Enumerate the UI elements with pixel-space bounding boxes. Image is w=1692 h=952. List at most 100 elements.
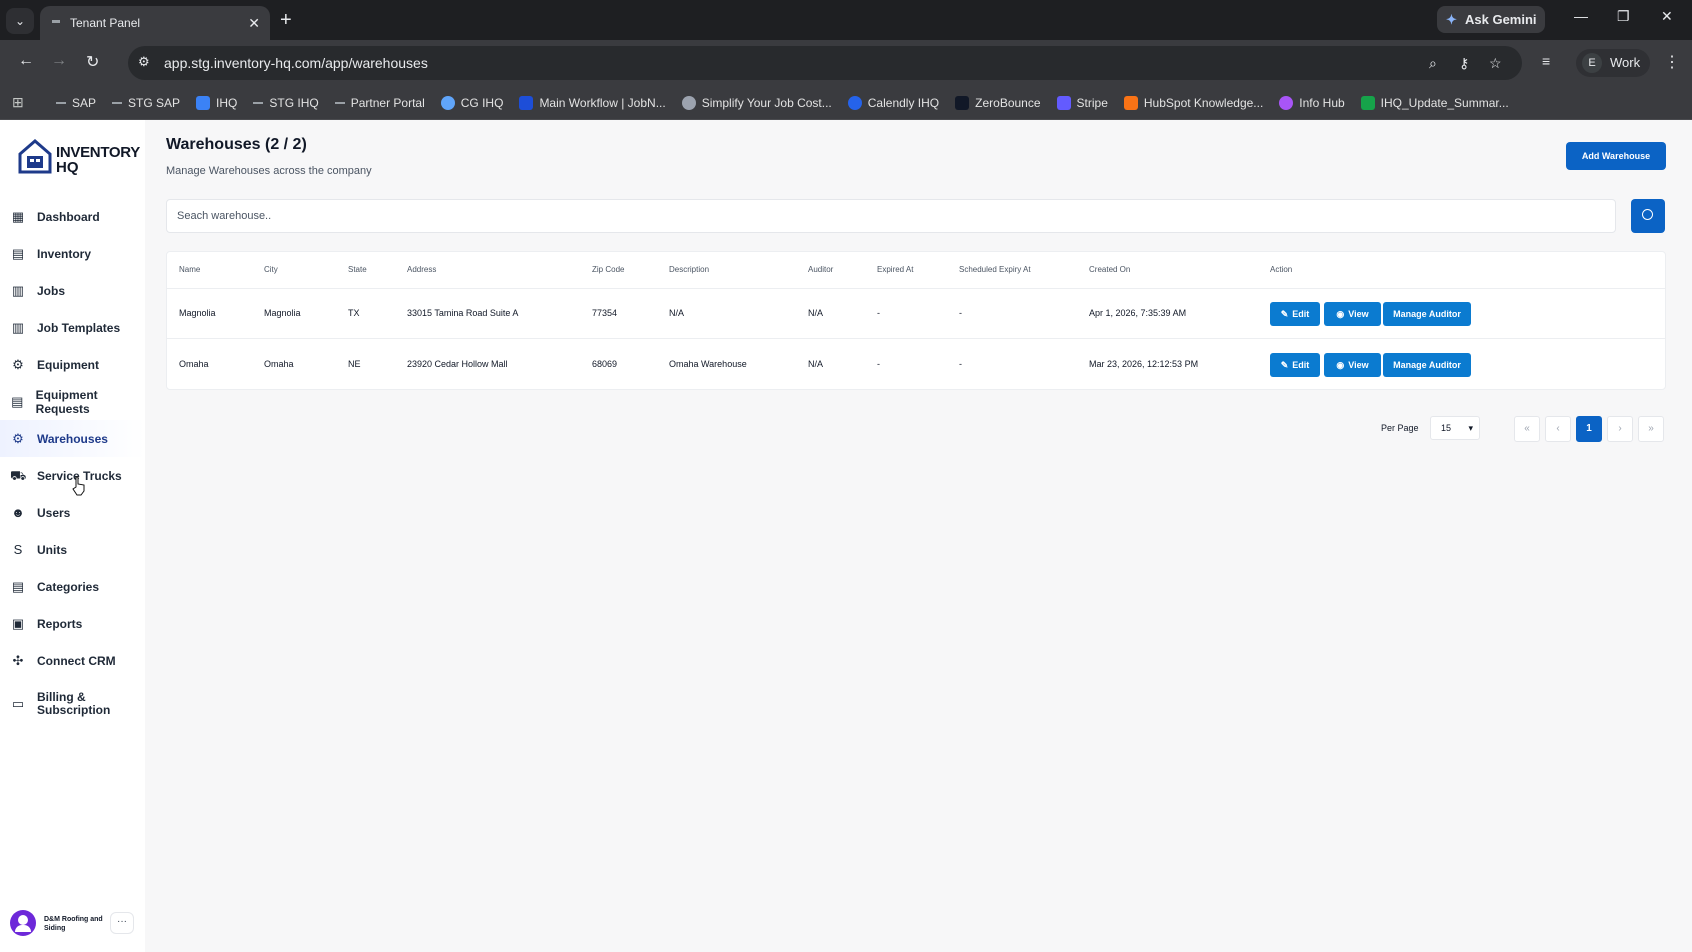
org-avatar [10, 910, 36, 936]
view-button[interactable]: ◉ View [1324, 353, 1381, 377]
column-header: Expired At [877, 265, 914, 274]
bookmark-item[interactable]: Main Workflow | JobN... [519, 96, 666, 110]
boxes-icon: ▤ [11, 245, 25, 261]
sidebar-item-categories[interactable]: ▤ Categories [0, 568, 145, 605]
organization-switcher[interactable]: D&M Roofing and Siding ··· [8, 906, 136, 940]
sidebar-item-jobs[interactable]: ▥ Jobs [0, 272, 145, 309]
sidebar-item-label: Units [37, 542, 67, 557]
last-page-button[interactable]: » [1638, 416, 1664, 442]
ask-gemini-button[interactable]: ✦ Ask Gemini [1437, 6, 1545, 33]
sidebar-item-billing-subscription[interactable]: ▭ Billing & Subscription [0, 679, 145, 729]
manage-auditor-button[interactable]: Manage Auditor [1383, 302, 1471, 326]
bookmark-star-icon[interactable]: ☆ [1489, 55, 1502, 72]
edit-button[interactable]: ✎ Edit [1270, 353, 1320, 377]
bookmark-item[interactable]: Simplify Your Job Cost... [681, 96, 832, 110]
bookmarks-bar: ⊞ SAP STG SAP IHQ STG IHQ Partner Portal CG I… [0, 86, 1692, 120]
bookmark-label: Calendly IHQ [867, 96, 940, 110]
cell-state: TX [348, 308, 360, 318]
bookmark-item[interactable]: ZeroBounce [955, 96, 1041, 110]
grid-icon: ▦ [11, 208, 25, 224]
apps-grid-icon[interactable]: ⊞ [12, 94, 24, 111]
logo-text-line2: HQ [56, 159, 79, 176]
prev-page-button[interactable]: ‹ [1545, 416, 1571, 442]
main-content: Warehouses (2 / 2) Manage Warehouses acr… [145, 120, 1692, 952]
per-page-select[interactable]: 15 ▾ [1430, 416, 1480, 440]
edit-button[interactable]: ✎ Edit [1270, 302, 1320, 326]
sidebar-nav: ▦ Dashboard ▤ Inventory ▥ Jobs ▥ Job Templates ⚙… [0, 198, 145, 729]
sidebar-item-connect-crm[interactable]: ✣ Connect CRM [0, 642, 145, 679]
tab-close-icon[interactable]: ✕ [248, 6, 260, 40]
minimize-icon[interactable]: — [1574, 8, 1588, 24]
sidebar-item-label: Jobs [37, 283, 66, 298]
restore-icon[interactable]: ❐ [1617, 8, 1630, 25]
request-list-icon: ▤ [11, 393, 24, 409]
reports-icon: ▣ [11, 615, 25, 631]
manage-auditor-button[interactable]: Manage Auditor [1383, 353, 1471, 377]
table-row: Magnolia Magnolia TX 33015 Tamina Road S… [167, 289, 1665, 339]
sidebar-item-units[interactable]: S Units [0, 531, 145, 568]
profile-button[interactable]: E Work [1576, 49, 1650, 77]
sidebar-item-inventory[interactable]: ▤ Inventory [0, 235, 145, 272]
wrench-gear-icon: ⚙ [12, 356, 24, 372]
edit-label: Edit [1292, 360, 1310, 370]
bookmark-label: Partner Portal [350, 96, 425, 110]
bookmark-item[interactable]: CG IHQ [440, 96, 503, 110]
bookmark-item[interactable]: STG SAP [112, 96, 180, 110]
chevron-down-icon: ▾ [1468, 423, 1473, 433]
tab-favicon-icon [52, 20, 60, 23]
page-button-current[interactable]: 1 [1576, 416, 1602, 442]
sidebar-item-dashboard[interactable]: ▦ Dashboard [0, 198, 145, 235]
forward-icon[interactable]: → [51, 52, 67, 70]
bookmark-item[interactable]: IHQ [196, 96, 237, 110]
reload-icon[interactable]: ↻ [86, 52, 99, 72]
window-close-icon[interactable]: ✕ [1661, 8, 1673, 25]
sidebar-item-reports[interactable]: ▣ Reports [0, 605, 145, 642]
first-page-button[interactable]: « [1514, 416, 1540, 442]
bookmark-item[interactable]: HubSpot Knowledge... [1123, 96, 1263, 110]
new-tab-button[interactable]: + [280, 8, 292, 32]
add-warehouse-button[interactable]: Add Warehouse [1566, 142, 1666, 170]
units-icon: S [13, 541, 23, 557]
org-more-button[interactable]: ··· [110, 912, 134, 934]
cell-address: 23920 Cedar Hollow Mall [407, 359, 508, 369]
address-bar[interactable]: ⚙ app.stg.inventory-hq.com/app/warehouse… [128, 46, 1522, 80]
next-page-button[interactable]: › [1607, 416, 1633, 442]
back-icon[interactable]: ← [18, 52, 34, 70]
sidebar-item-equipment[interactable]: ⚙ Equipment [0, 346, 145, 383]
sidebar-item-label: Equipment [37, 357, 99, 372]
bookmark-item[interactable]: Info Hub [1279, 96, 1345, 110]
tab-search-dropdown[interactable]: ⌄ [6, 8, 34, 34]
password-key-icon[interactable]: ⚷ [1459, 55, 1469, 72]
browser-tab[interactable]: Tenant Panel ✕ [40, 6, 270, 40]
zoom-icon[interactable]: ⌕ [1429, 55, 1437, 72]
bookmark-label: IHQ [216, 96, 238, 110]
search-input[interactable] [166, 199, 1616, 233]
browser-menu-icon[interactable]: ⋮ [1664, 52, 1680, 72]
sidebar-item-job-templates[interactable]: ▥ Job Templates [0, 309, 145, 346]
search-button[interactable] [1631, 199, 1665, 233]
cell-name: Omaha [179, 359, 209, 369]
bookmark-list: SAP STG SAP IHQ STG IHQ Partner Portal CG IHQ… [56, 86, 1509, 120]
url-text[interactable]: app.stg.inventory-hq.com/app/warehouses [164, 55, 428, 71]
inventory-hq-logo[interactable]: INVENTORY HQ [18, 138, 140, 178]
bookmark-item[interactable]: Partner Portal [334, 96, 425, 110]
bookmark-favicon-icon [519, 96, 534, 110]
cell-expired-at: - [877, 359, 880, 369]
bookmark-label: Stripe [1076, 96, 1108, 110]
bookmark-item[interactable]: SAP [56, 96, 96, 110]
bookmark-item[interactable]: Stripe [1056, 96, 1108, 110]
view-label: View [1348, 309, 1369, 319]
sidebar-item-equipment-requests[interactable]: ▤ Equipment Requests [0, 383, 145, 420]
sidebar-item-warehouses[interactable]: ⚙ Warehouses [0, 420, 145, 457]
cell-auditor: N/A [808, 308, 824, 318]
sidebar-item-users[interactable]: ☻ Users [0, 494, 145, 531]
edit-icon: ✎ [1280, 360, 1289, 370]
bookmark-item[interactable]: Calendly IHQ [847, 96, 940, 110]
bookmark-item[interactable]: STG IHQ [253, 96, 319, 110]
bookmark-item[interactable]: IHQ_Update_Summar... [1360, 96, 1509, 110]
cell-auditor: N/A [808, 359, 824, 369]
view-button[interactable]: ◉ View [1324, 302, 1381, 326]
media-controls-icon[interactable]: ≡ [1542, 53, 1550, 69]
bookmark-label: STG IHQ [269, 96, 319, 110]
site-info-icon[interactable]: ⚙ [138, 54, 150, 70]
